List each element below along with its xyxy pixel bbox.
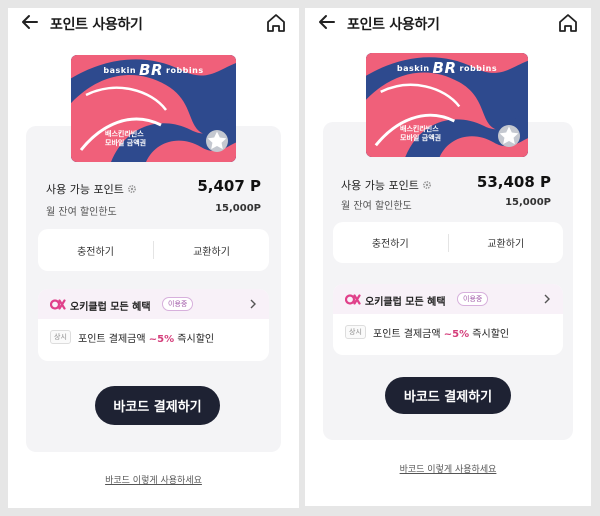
available-points-label: 사용 가능 포인트 bbox=[341, 177, 432, 193]
discount-text: 포인트 결제금액 ~5% 즉시할인 bbox=[78, 334, 215, 345]
benefit-header: 오키클럽 모든 혜택 이용중 bbox=[38, 289, 269, 319]
favorite-button[interactable] bbox=[206, 130, 228, 152]
star-icon bbox=[207, 131, 227, 150]
available-points-value: 5,407 P bbox=[197, 177, 261, 195]
always-tag: 상시 bbox=[345, 325, 366, 339]
points-actions: 충전하기 교환하기 bbox=[333, 222, 563, 263]
monthly-limit-value: 15,000P bbox=[215, 203, 261, 214]
back-arrow-icon[interactable] bbox=[20, 12, 40, 32]
gift-card-image[interactable]: baskin BR robbins 배스킨라빈스 모바일 금액권 bbox=[366, 53, 528, 157]
top-bar: 포인트 사용하기 bbox=[305, 8, 591, 38]
available-points-label: 사용 가능 포인트 bbox=[46, 181, 137, 197]
always-tag: 상시 bbox=[50, 330, 71, 344]
card-brand-logo: baskin BR robbins bbox=[103, 61, 204, 79]
page-title: 포인트 사용하기 bbox=[50, 17, 143, 33]
page-title: 포인트 사용하기 bbox=[347, 17, 440, 33]
barcode-howto-link[interactable]: 바코드 이렇게 사용하세요 bbox=[8, 473, 299, 486]
screen-left: 포인트 사용하기 baskin BR robbins 배스킨라빈스 모바일 금액권 사… bbox=[8, 8, 299, 508]
benefit-title: 오키클럽 모든 혜택 bbox=[70, 302, 151, 313]
benefit-title: 오키클럽 모든 혜택 bbox=[365, 297, 446, 308]
discount-text: 포인트 결제금액 ~5% 즉시할인 bbox=[373, 329, 510, 340]
benefit-header: 오키클럽 모든 혜택 이용중 bbox=[333, 284, 563, 314]
monthly-limit-value: 15,000P bbox=[505, 197, 551, 208]
exchange-button[interactable]: 교환하기 bbox=[449, 235, 564, 250]
chevron-right-icon[interactable] bbox=[249, 299, 257, 309]
card-caption: 배스킨라빈스 모바일 금액권 bbox=[105, 130, 147, 147]
gift-card-image[interactable]: baskin BR robbins 배스킨라빈스 모바일 금액권 bbox=[71, 55, 236, 162]
barcode-howto-link[interactable]: 바코드 이렇게 사용하세요 bbox=[305, 462, 591, 475]
exchange-button[interactable]: 교환하기 bbox=[154, 243, 269, 258]
home-icon[interactable] bbox=[265, 12, 287, 34]
card-brand-logo: baskin BR robbins bbox=[396, 59, 498, 77]
charge-button[interactable]: 충전하기 bbox=[38, 243, 153, 258]
card-caption: 배스킨라빈스 모바일 금액권 bbox=[400, 125, 442, 142]
okclub-logo-icon bbox=[345, 294, 361, 305]
back-arrow-icon[interactable] bbox=[317, 12, 337, 32]
gear-icon[interactable] bbox=[127, 184, 137, 194]
barcode-pay-button[interactable]: 바코드 결제하기 bbox=[95, 386, 220, 425]
okclub-benefit-card[interactable]: 오키클럽 모든 혜택 이용중 상시 포인트 결제금액 ~5% 즉시할인 bbox=[38, 289, 269, 361]
charge-button[interactable]: 충전하기 bbox=[333, 235, 448, 250]
in-use-badge: 이용중 bbox=[457, 292, 489, 306]
top-bar: 포인트 사용하기 bbox=[8, 8, 299, 38]
star-icon bbox=[499, 126, 519, 145]
gear-icon[interactable] bbox=[422, 180, 432, 190]
points-actions: 충전하기 교환하기 bbox=[38, 229, 269, 271]
screen-right: 포인트 사용하기 baskin BR robbins 배스킨라빈스 모바일 금액권 사… bbox=[305, 8, 591, 506]
barcode-pay-button[interactable]: 바코드 결제하기 bbox=[385, 377, 511, 414]
home-icon[interactable] bbox=[557, 12, 579, 34]
chevron-right-icon[interactable] bbox=[543, 294, 551, 304]
available-points-value: 53,408 P bbox=[476, 173, 551, 191]
okclub-benefit-card[interactable]: 오키클럽 모든 혜택 이용중 상시 포인트 결제금액 ~5% 즉시할인 bbox=[333, 284, 563, 355]
monthly-limit-label: 월 잔여 할인한도 bbox=[341, 201, 412, 212]
in-use-badge: 이용중 bbox=[162, 297, 194, 311]
monthly-limit-label: 월 잔여 할인한도 bbox=[46, 207, 117, 218]
favorite-button[interactable] bbox=[498, 125, 520, 147]
okclub-logo-icon bbox=[50, 299, 66, 310]
